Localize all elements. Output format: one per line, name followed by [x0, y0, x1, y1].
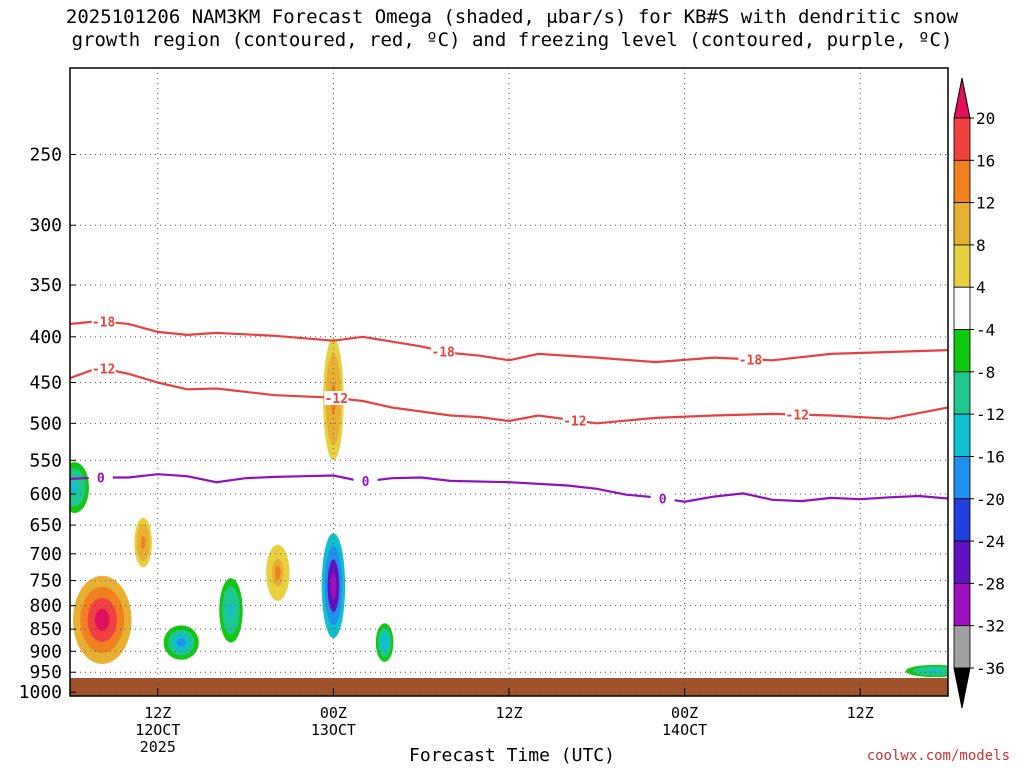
- colorbar-label: 12: [976, 194, 995, 213]
- chart-canvas: -18-18-18-12-12-12 -120 00 250300350400450…: [19, 67, 1005, 756]
- colorbar-band: [953, 371, 971, 415]
- omega-cell: [274, 565, 281, 580]
- contour-label: -18: [92, 315, 116, 330]
- x-tick-label: 00Z: [320, 704, 347, 722]
- y-tick-label: 300: [29, 215, 62, 236]
- y-tick-label: 550: [29, 450, 62, 471]
- colorbar-label: -24: [976, 532, 1005, 551]
- colorbar-band: [953, 244, 971, 288]
- colorbar-band: [953, 625, 971, 669]
- y-tick-label: 900: [29, 641, 62, 662]
- colorbar-band: [953, 456, 971, 500]
- x-tick-label: 12Z: [495, 704, 522, 722]
- colorbar-band: [953, 413, 971, 457]
- contour-label: -12: [563, 414, 586, 429]
- y-axis: 2503003504004505005506006507007508008509…: [19, 145, 76, 703]
- colorbar-band: [953, 202, 971, 246]
- y-tick-label: 800: [29, 596, 62, 617]
- colorbar-bottom-arrow: [953, 667, 971, 709]
- x-tick-label: 13OCT: [311, 721, 356, 739]
- contour-label: -18: [431, 345, 455, 360]
- colorbar-label: -16: [976, 447, 1005, 466]
- contour-line: [70, 319, 948, 364]
- colorbar-label: 20: [976, 109, 995, 128]
- x-tick-label: 14OCT: [662, 721, 707, 739]
- colorbar: 20 16 12 8 4 -4 -8 -12 -16 -20 -24 -28 -32 -36: [953, 77, 1005, 709]
- contour-label: -12: [786, 409, 809, 424]
- y-tick-label: 400: [29, 327, 62, 348]
- colorbar-band: [953, 159, 971, 204]
- colorbar-label: -28: [976, 574, 1005, 593]
- omega-cell: [228, 602, 234, 619]
- x-tick-label: 12OCT: [135, 721, 180, 739]
- gridlines: [70, 68, 948, 696]
- colorbar-band: [953, 582, 971, 627]
- colorbar-band: [953, 498, 971, 542]
- colorbar-top-arrow: [953, 77, 971, 119]
- y-tick-label: 500: [29, 413, 62, 434]
- x-tick-label: 12Z: [847, 704, 874, 722]
- colorbar-label: -8: [976, 363, 995, 382]
- contour-label: 0: [659, 492, 667, 507]
- contour-label: -18: [739, 353, 763, 368]
- y-tick-label: 450: [29, 372, 62, 393]
- y-tick-label: 1000: [19, 682, 62, 703]
- colorbar-label: 4: [976, 278, 986, 297]
- y-tick-label: 350: [29, 275, 62, 296]
- omega-cell: [927, 669, 943, 673]
- y-tick-label: 950: [29, 662, 62, 683]
- colorbar-band: [953, 540, 971, 584]
- colorbar-label: 16: [976, 151, 995, 170]
- site-credit: coolwx.com/models: [866, 748, 1010, 764]
- x-tick-label: 00Z: [671, 704, 698, 722]
- omega-cell: [382, 637, 387, 648]
- omega-cell: [330, 572, 337, 599]
- y-tick-label: 250: [29, 145, 62, 166]
- omega-cell: [70, 481, 79, 494]
- colorbar-band: [953, 286, 971, 330]
- y-tick-label: 850: [29, 619, 62, 640]
- omega-cell: [176, 638, 186, 647]
- colorbar-label: -20: [976, 490, 1005, 509]
- colorbar-label: -36: [976, 659, 1005, 678]
- y-tick-label: 750: [29, 571, 62, 592]
- y-tick-label: 700: [29, 544, 62, 565]
- y-tick-label: 650: [29, 515, 62, 536]
- colorbar-label: -32: [976, 617, 1005, 636]
- plot-frame: [69, 67, 949, 697]
- colorbar-label: 8: [976, 236, 986, 255]
- colorbar-band: [953, 329, 971, 373]
- y-tick-label: 600: [29, 484, 62, 505]
- contour-label: 0: [362, 475, 370, 490]
- x-tick-label: 12Z: [144, 704, 171, 722]
- colorbar-label: -4: [976, 321, 995, 340]
- colorbar-label: -12: [976, 405, 1005, 424]
- colorbar-band: [953, 117, 971, 161]
- contour-label: -12: [325, 392, 348, 407]
- omega-cell: [94, 608, 110, 631]
- contour-line: [70, 366, 948, 425]
- contour-label: -12: [92, 362, 115, 377]
- contour-label: 0: [97, 472, 105, 487]
- omega-cell: [140, 536, 146, 549]
